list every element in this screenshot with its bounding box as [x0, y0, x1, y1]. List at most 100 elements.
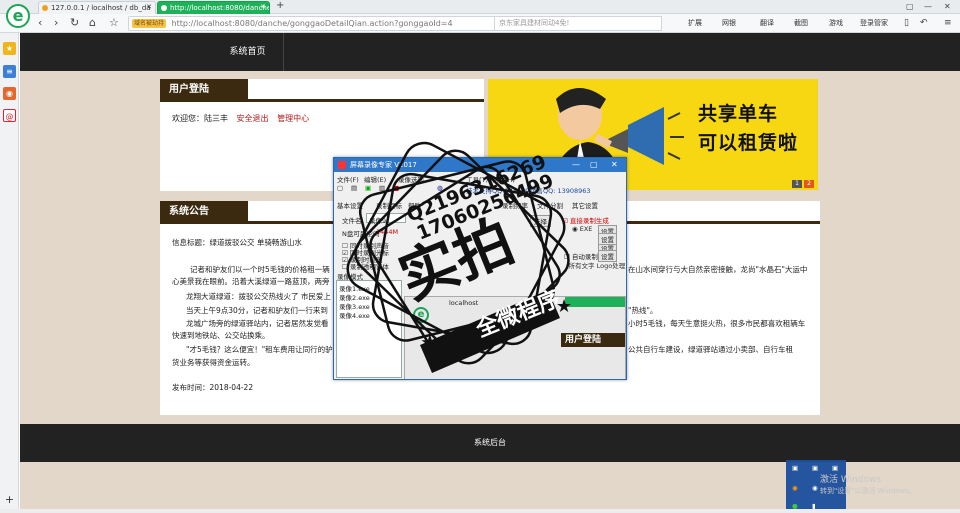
recorder-title: 屏幕录像专家 V2017 [350, 161, 417, 169]
tray-icon[interactable]: ▣ [832, 464, 838, 472]
tray-icon[interactable]: ◉ [792, 484, 798, 492]
slide-2-button[interactable]: 2 [804, 180, 814, 188]
menu-record-options[interactable]: 录像选项 [398, 174, 424, 184]
toolbar-login-manager[interactable]: 登录管家 [860, 18, 888, 28]
option-label: EXE [579, 225, 593, 233]
tab-danche[interactable]: http://localhost:8080/danche/ ✕ [157, 1, 270, 14]
tab-file-split[interactable]: 文件分割 [537, 200, 563, 210]
stop-icon[interactable]: ■ [393, 184, 399, 192]
toolbar-translate[interactable]: 翻译 [760, 18, 774, 28]
menu-icon[interactable]: ≡ [944, 16, 952, 30]
tab-basic-settings[interactable]: 基本设置 [337, 200, 363, 210]
menu-file[interactable]: 文件(F) [337, 174, 359, 184]
minimize-icon[interactable]: — [924, 0, 932, 14]
filename-value: 录像9 [369, 217, 387, 225]
footer-admin-link[interactable]: 系统后台 [474, 438, 506, 447]
notice-paragraph-right: 小时5毛钱，每天生意挺火热，很多市民都喜欢租辆车 [628, 319, 806, 328]
forward-button[interactable]: › [54, 16, 58, 30]
disk-space-value: 1444M [376, 228, 399, 236]
close-icon[interactable]: ✕ [611, 158, 618, 172]
tab-phpmyadmin[interactable]: 127.0.0.1 / localhost / db_da ✕ [38, 1, 156, 14]
status-text: (所有文字 Logo处理) [566, 262, 627, 270]
url-warning-badge[interactable]: 域名被劫持 [132, 19, 167, 28]
tab-help[interactable]: 帮助 [408, 200, 421, 210]
maximize-icon[interactable]: ▢ [590, 158, 598, 172]
activate-windows-title: 激活 Windows [820, 475, 882, 485]
favorites-icon[interactable]: ★ [3, 42, 16, 55]
sidebar-add-button[interactable]: + [3, 493, 16, 506]
preview-login-title: 用户登陆 [561, 333, 625, 347]
select-button[interactable]: 选择 [530, 215, 551, 227]
browser-sidebar: ★ ≡ ◉ @ + [0, 33, 19, 513]
tab-other-settings[interactable]: 其它设置 [572, 200, 598, 210]
toolbar-bank[interactable]: 网银 [722, 18, 736, 28]
favicon-icon [161, 5, 167, 11]
minimize-icon[interactable]: — [572, 158, 580, 172]
menu-tools[interactable]: 工具(T) [466, 174, 488, 184]
filename-input[interactable]: 录像9 [366, 213, 406, 225]
reload-button[interactable]: ↻ [70, 16, 79, 30]
nav-home-link[interactable]: 系统首页 [212, 33, 284, 71]
tray-icon[interactable]: ▣ [812, 464, 818, 472]
reading-icon[interactable]: ▯ [904, 16, 909, 30]
tray-icon[interactable]: ▣ [792, 464, 798, 472]
close-window-icon[interactable]: ✕ [944, 0, 951, 14]
new-icon[interactable]: ▢ [337, 184, 343, 192]
close-tab-icon[interactable]: ✕ [146, 3, 152, 11]
settings-icon[interactable]: ◍ [437, 184, 443, 192]
undo-icon[interactable]: ↶ [920, 16, 928, 30]
settings-button[interactable]: 设置 [598, 233, 617, 245]
back-button[interactable]: ‹ [38, 16, 42, 30]
open-icon[interactable]: ▤ [351, 184, 357, 192]
toolbar-screenshot[interactable]: 截图 [794, 18, 808, 28]
tab-record-target[interactable]: 录制目标 [376, 200, 402, 210]
welcome-text: 欢迎您：陆三丰 [172, 114, 228, 123]
admin-center-link[interactable]: 管理中心 [277, 114, 309, 123]
site-nav: 系统首页 [20, 33, 960, 71]
notice-paragraph: "才5毛钱？这么便宜！"租车费用让同行的驴 [186, 345, 333, 354]
recording-list[interactable]: 录像1.exe 录像2.exe 录像3.exe 录像4.exe [336, 280, 402, 378]
pause-icon[interactable]: ▥ [379, 184, 385, 192]
close-tab-icon[interactable]: ✕ [260, 3, 266, 11]
home-button[interactable]: ⌂ [89, 16, 96, 30]
reading-list-icon[interactable]: ≡ [3, 65, 16, 78]
exe-option[interactable]: ◉ EXE [572, 225, 592, 233]
screen-recorder-window[interactable]: 屏幕录像专家 V2017 — ▢ ✕ 文件(F) 编辑(E) 录像选项 工具(T… [333, 157, 627, 380]
tray-icon[interactable]: ◉ [812, 484, 818, 492]
recorder-preview: localhost e 用户登陆 [404, 296, 626, 379]
site-footer: 系统后台 [20, 424, 960, 462]
toolbar-games[interactable]: 游戏 [829, 18, 843, 28]
preview-url: localhost [449, 299, 479, 307]
notice-paragraph: 当天上午9点30分，记者和驴友们一行来到 [186, 306, 328, 315]
toolbar-extension[interactable]: 扩展 [688, 18, 702, 28]
new-tab-button[interactable]: + [276, 0, 284, 13]
disk-space-label: N盘可用空间 [342, 230, 380, 238]
check-transparent-window[interactable]: ☐ 录制透明窗体 [342, 261, 389, 271]
info-title: 信息标题：绿道拨驳公交 单骑畅游山水 [172, 238, 302, 247]
notice-paragraph: 快速到地铁站、公交站换乘。 [172, 331, 270, 340]
tab-record-rate[interactable]: 录制频率 [502, 200, 528, 210]
publish-time: 发布时间：2018-04-22 [172, 383, 254, 392]
mail-icon[interactable]: @ [3, 109, 16, 122]
check-label: 录制透明窗体 [349, 263, 389, 271]
favicon-icon [42, 5, 48, 11]
bookmark-star-button[interactable]: ☆ [109, 16, 119, 30]
list-item[interactable]: 录像4.exe [339, 310, 370, 320]
login-status: 欢迎您：陆三丰 安全退出 管理中心 [172, 113, 309, 124]
menu-help[interactable]: 帮助(H) [492, 174, 515, 184]
menu-edit[interactable]: 编辑(E) [364, 174, 386, 184]
direct-record-option[interactable]: ☑ 直接录制生成 [562, 215, 609, 225]
search-input[interactable]: 京东家具建材同动4免! [494, 16, 662, 31]
filename-label: 文件名: [342, 217, 364, 225]
logout-link[interactable]: 安全退出 [237, 114, 269, 123]
recorder-titlebar[interactable]: 屏幕录像专家 V2017 — ▢ ✕ [334, 158, 626, 172]
browser-logo[interactable]: e [6, 4, 30, 28]
record-icon[interactable]: ▣ [365, 184, 371, 192]
banner-line-2: 可以租赁啦 [698, 132, 799, 154]
weibo-icon[interactable]: ◉ [3, 87, 16, 100]
notice-title: 系统公告 [160, 201, 248, 223]
slide-1-button[interactable]: 1 [792, 180, 802, 188]
browser-statusbar [0, 509, 960, 513]
notice-paragraph: 心美景我在眼前。沿着大溪绿道一路蓝顶，两旁 [172, 277, 330, 286]
skin-icon[interactable]: ▢ [906, 0, 914, 14]
